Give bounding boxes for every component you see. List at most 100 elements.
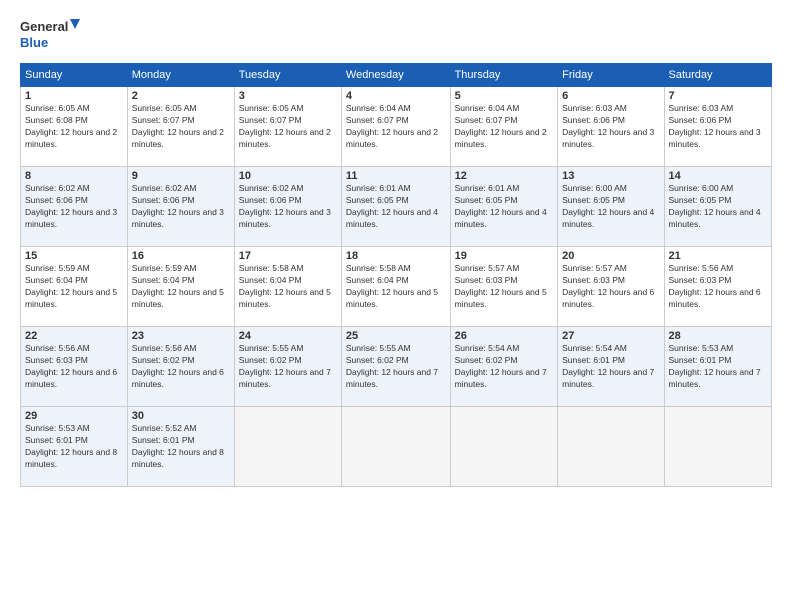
header-sunday: Sunday	[21, 64, 128, 87]
sunrise-label: Sunrise: 6:02 AM	[239, 183, 304, 193]
calendar-cell: 30 Sunrise: 5:52 AM Sunset: 6:01 PM Dayl…	[127, 407, 234, 487]
day-info: Sunrise: 6:02 AM Sunset: 6:06 PM Dayligh…	[239, 183, 337, 231]
sunset-label: Sunset: 6:02 PM	[132, 355, 195, 365]
sunset-label: Sunset: 6:06 PM	[25, 195, 88, 205]
daylight-label: Daylight: 12 hours and 7 minutes.	[455, 367, 547, 389]
sunset-label: Sunset: 6:02 PM	[239, 355, 302, 365]
day-number: 7	[669, 90, 767, 102]
day-info: Sunrise: 5:57 AM Sunset: 6:03 PM Dayligh…	[455, 263, 554, 311]
sunrise-label: Sunrise: 6:03 AM	[562, 103, 627, 113]
sunrise-label: Sunrise: 6:05 AM	[25, 103, 90, 113]
calendar-cell: 11 Sunrise: 6:01 AM Sunset: 6:05 PM Dayl…	[341, 167, 450, 247]
day-info: Sunrise: 5:58 AM Sunset: 6:04 PM Dayligh…	[346, 263, 446, 311]
calendar-cell	[234, 407, 341, 487]
calendar-cell: 9 Sunrise: 6:02 AM Sunset: 6:06 PM Dayli…	[127, 167, 234, 247]
sunrise-label: Sunrise: 5:56 AM	[132, 343, 197, 353]
day-info: Sunrise: 5:59 AM Sunset: 6:04 PM Dayligh…	[132, 263, 230, 311]
calendar-cell: 10 Sunrise: 6:02 AM Sunset: 6:06 PM Dayl…	[234, 167, 341, 247]
header-saturday: Saturday	[664, 64, 771, 87]
header-friday: Friday	[558, 64, 664, 87]
day-number: 9	[132, 170, 230, 182]
daylight-label: Daylight: 12 hours and 7 minutes.	[562, 367, 654, 389]
day-number: 16	[132, 250, 230, 262]
day-number: 29	[25, 410, 123, 422]
sunset-label: Sunset: 6:08 PM	[25, 115, 88, 125]
daylight-label: Daylight: 12 hours and 5 minutes.	[455, 287, 547, 309]
sunset-label: Sunset: 6:04 PM	[239, 275, 302, 285]
daylight-label: Daylight: 12 hours and 6 minutes.	[669, 287, 761, 309]
calendar-cell: 20 Sunrise: 5:57 AM Sunset: 6:03 PM Dayl…	[558, 247, 664, 327]
day-info: Sunrise: 6:04 AM Sunset: 6:07 PM Dayligh…	[346, 103, 446, 151]
day-info: Sunrise: 5:53 AM Sunset: 6:01 PM Dayligh…	[25, 423, 123, 471]
sunrise-label: Sunrise: 5:59 AM	[25, 263, 90, 273]
sunrise-label: Sunrise: 5:54 AM	[455, 343, 520, 353]
logo: General Blue	[20, 15, 80, 55]
daylight-label: Daylight: 12 hours and 2 minutes.	[346, 127, 438, 149]
calendar-cell: 18 Sunrise: 5:58 AM Sunset: 6:04 PM Dayl…	[341, 247, 450, 327]
sunset-label: Sunset: 6:02 PM	[346, 355, 409, 365]
sunset-label: Sunset: 6:06 PM	[562, 115, 625, 125]
sunset-label: Sunset: 6:04 PM	[346, 275, 409, 285]
daylight-label: Daylight: 12 hours and 5 minutes.	[132, 287, 224, 309]
daylight-label: Daylight: 12 hours and 3 minutes.	[562, 127, 654, 149]
header: General Blue	[20, 15, 772, 55]
sunset-label: Sunset: 6:06 PM	[669, 115, 732, 125]
calendar-cell: 26 Sunrise: 5:54 AM Sunset: 6:02 PM Dayl…	[450, 327, 558, 407]
day-number: 13	[562, 170, 659, 182]
day-number: 15	[25, 250, 123, 262]
daylight-label: Daylight: 12 hours and 2 minutes.	[455, 127, 547, 149]
day-number: 6	[562, 90, 659, 102]
sunrise-label: Sunrise: 6:00 AM	[669, 183, 734, 193]
daylight-label: Daylight: 12 hours and 6 minutes.	[562, 287, 654, 309]
daylight-label: Daylight: 12 hours and 5 minutes.	[25, 287, 117, 309]
calendar-cell: 23 Sunrise: 5:56 AM Sunset: 6:02 PM Dayl…	[127, 327, 234, 407]
sunset-label: Sunset: 6:07 PM	[346, 115, 409, 125]
daylight-label: Daylight: 12 hours and 8 minutes.	[132, 447, 224, 469]
day-number: 27	[562, 330, 659, 342]
calendar-cell: 22 Sunrise: 5:56 AM Sunset: 6:03 PM Dayl…	[21, 327, 128, 407]
calendar-cell	[558, 407, 664, 487]
sunrise-label: Sunrise: 6:04 AM	[346, 103, 411, 113]
calendar-cell: 14 Sunrise: 6:00 AM Sunset: 6:05 PM Dayl…	[664, 167, 771, 247]
logo-svg: General Blue	[20, 15, 80, 55]
calendar-cell: 7 Sunrise: 6:03 AM Sunset: 6:06 PM Dayli…	[664, 87, 771, 167]
calendar-cell: 28 Sunrise: 5:53 AM Sunset: 6:01 PM Dayl…	[664, 327, 771, 407]
sunset-label: Sunset: 6:06 PM	[132, 195, 195, 205]
calendar-cell: 8 Sunrise: 6:02 AM Sunset: 6:06 PM Dayli…	[21, 167, 128, 247]
day-number: 2	[132, 90, 230, 102]
daylight-label: Daylight: 12 hours and 8 minutes.	[25, 447, 117, 469]
day-info: Sunrise: 5:54 AM Sunset: 6:02 PM Dayligh…	[455, 343, 554, 391]
sunset-label: Sunset: 6:04 PM	[25, 275, 88, 285]
day-info: Sunrise: 5:59 AM Sunset: 6:04 PM Dayligh…	[25, 263, 123, 311]
calendar-cell: 6 Sunrise: 6:03 AM Sunset: 6:06 PM Dayli…	[558, 87, 664, 167]
day-info: Sunrise: 5:56 AM Sunset: 6:02 PM Dayligh…	[132, 343, 230, 391]
calendar-cell: 12 Sunrise: 6:01 AM Sunset: 6:05 PM Dayl…	[450, 167, 558, 247]
day-number: 17	[239, 250, 337, 262]
daylight-label: Daylight: 12 hours and 5 minutes.	[239, 287, 331, 309]
day-info: Sunrise: 6:05 AM Sunset: 6:07 PM Dayligh…	[132, 103, 230, 151]
daylight-label: Daylight: 12 hours and 3 minutes.	[669, 127, 761, 149]
sunrise-label: Sunrise: 6:01 AM	[346, 183, 411, 193]
sunset-label: Sunset: 6:03 PM	[562, 275, 625, 285]
day-info: Sunrise: 5:56 AM Sunset: 6:03 PM Dayligh…	[669, 263, 767, 311]
sunrise-label: Sunrise: 6:02 AM	[132, 183, 197, 193]
daylight-label: Daylight: 12 hours and 2 minutes.	[25, 127, 117, 149]
day-info: Sunrise: 5:52 AM Sunset: 6:01 PM Dayligh…	[132, 423, 230, 471]
sunset-label: Sunset: 6:03 PM	[25, 355, 88, 365]
calendar-cell: 2 Sunrise: 6:05 AM Sunset: 6:07 PM Dayli…	[127, 87, 234, 167]
calendar-cell: 16 Sunrise: 5:59 AM Sunset: 6:04 PM Dayl…	[127, 247, 234, 327]
day-info: Sunrise: 6:05 AM Sunset: 6:08 PM Dayligh…	[25, 103, 123, 151]
sunrise-label: Sunrise: 5:57 AM	[562, 263, 627, 273]
day-info: Sunrise: 5:56 AM Sunset: 6:03 PM Dayligh…	[25, 343, 123, 391]
day-info: Sunrise: 5:53 AM Sunset: 6:01 PM Dayligh…	[669, 343, 767, 391]
sunrise-label: Sunrise: 5:53 AM	[669, 343, 734, 353]
day-info: Sunrise: 6:00 AM Sunset: 6:05 PM Dayligh…	[669, 183, 767, 231]
day-info: Sunrise: 5:55 AM Sunset: 6:02 PM Dayligh…	[346, 343, 446, 391]
calendar-cell: 3 Sunrise: 6:05 AM Sunset: 6:07 PM Dayli…	[234, 87, 341, 167]
calendar-week-4: 22 Sunrise: 5:56 AM Sunset: 6:03 PM Dayl…	[21, 327, 772, 407]
calendar-cell: 19 Sunrise: 5:57 AM Sunset: 6:03 PM Dayl…	[450, 247, 558, 327]
sunrise-label: Sunrise: 5:52 AM	[132, 423, 197, 433]
day-number: 18	[346, 250, 446, 262]
sunrise-label: Sunrise: 6:05 AM	[132, 103, 197, 113]
day-info: Sunrise: 6:01 AM Sunset: 6:05 PM Dayligh…	[455, 183, 554, 231]
